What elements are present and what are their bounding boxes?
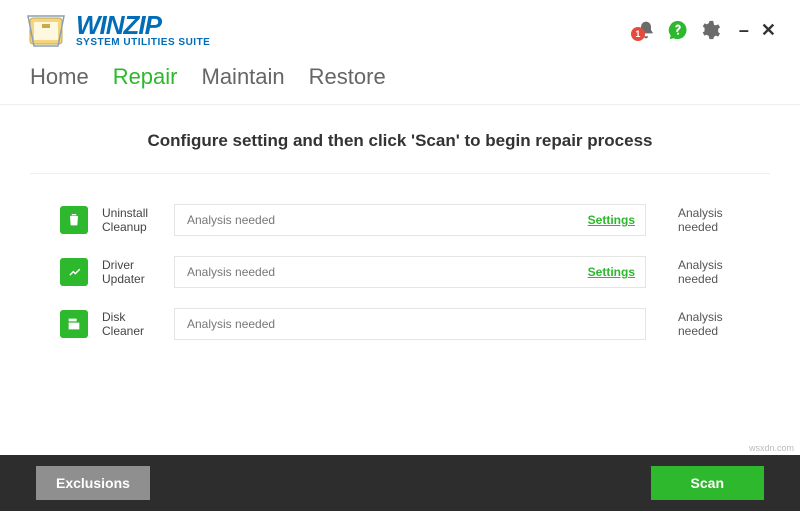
row-bar: Analysis needed Settings: [174, 256, 646, 288]
row-bar-text: Analysis needed: [187, 317, 275, 331]
logo: WINZIP SYSTEM UTILITIES SUITE: [24, 8, 210, 52]
uninstall-cleanup-icon: [60, 206, 88, 234]
row-settings-link[interactable]: Settings: [588, 265, 635, 279]
row-status: Analysis needed: [660, 258, 760, 286]
row-bar-text: Analysis needed: [187, 213, 275, 227]
tab-home[interactable]: Home: [30, 64, 89, 90]
settings-icon[interactable]: [699, 19, 721, 41]
tab-repair[interactable]: Repair: [113, 64, 178, 90]
row-disk-cleaner: Disk Cleaner Analysis needed Analysis ne…: [60, 308, 760, 340]
brand-name: WINZIP: [76, 12, 210, 38]
header: WINZIP SYSTEM UTILITIES SUITE 1 – ✕: [0, 0, 800, 56]
row-bar: Analysis needed: [174, 308, 646, 340]
row-bar: Analysis needed Settings: [174, 204, 646, 236]
exclusions-button[interactable]: Exclusions: [36, 466, 150, 500]
brand-subtitle: SYSTEM UTILITIES SUITE: [76, 38, 210, 48]
repair-rows: Uninstall Cleanup Analysis needed Settin…: [0, 174, 800, 340]
notifications-icon[interactable]: 1: [635, 19, 657, 41]
close-button[interactable]: ✕: [761, 20, 776, 41]
disk-cleaner-icon: [60, 310, 88, 338]
row-label: Driver Updater: [102, 258, 160, 287]
row-label: Uninstall Cleanup: [102, 206, 160, 235]
row-status: Analysis needed: [660, 310, 760, 338]
row-driver-updater: Driver Updater Analysis needed Settings …: [60, 256, 760, 288]
row-label: Disk Cleaner: [102, 310, 160, 339]
minimize-button[interactable]: –: [739, 20, 749, 41]
main-tabs: Home Repair Maintain Restore: [0, 56, 800, 105]
footer: Exclusions Scan: [0, 455, 800, 511]
row-settings-link[interactable]: Settings: [588, 213, 635, 227]
driver-updater-icon: [60, 258, 88, 286]
notifications-badge: 1: [631, 27, 645, 41]
watermark: wsxdn.com: [749, 443, 794, 453]
row-bar-text: Analysis needed: [187, 265, 275, 279]
instruction-text: Configure setting and then click 'Scan' …: [0, 105, 800, 173]
winzip-logo-icon: [24, 8, 68, 52]
scan-button[interactable]: Scan: [651, 466, 764, 500]
row-status: Analysis needed: [660, 206, 760, 234]
tab-restore[interactable]: Restore: [309, 64, 386, 90]
row-uninstall-cleanup: Uninstall Cleanup Analysis needed Settin…: [60, 204, 760, 236]
header-icons: 1 – ✕: [635, 19, 776, 41]
support-icon[interactable]: [667, 19, 689, 41]
tab-maintain[interactable]: Maintain: [202, 64, 285, 90]
